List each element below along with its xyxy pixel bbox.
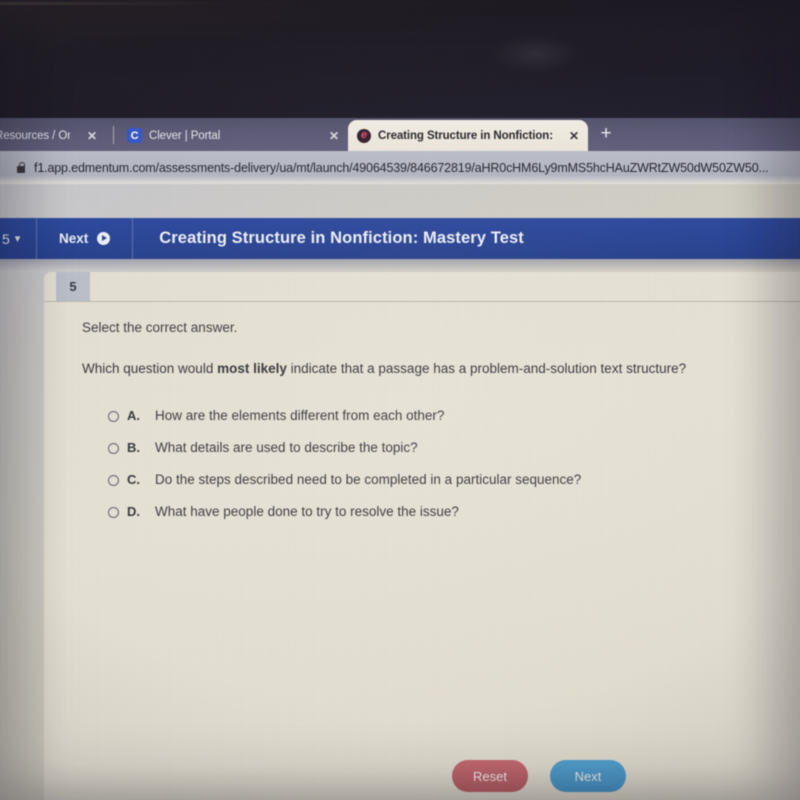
answer-option-b[interactable]: B. What details are used to describe the… xyxy=(108,440,581,472)
bezel-edge-highlight xyxy=(0,2,230,5)
browser-tab-title: Resources / Onlin xyxy=(0,129,70,142)
browser-tab-title: Clever | Portal xyxy=(149,129,221,142)
tab-separator xyxy=(113,126,114,144)
browser-tab-clever[interactable]: C Clever | Portal ✕ xyxy=(118,120,348,151)
question-card: 5 Select the correct answer. Which quest… xyxy=(44,272,800,800)
clever-icon: C xyxy=(127,128,142,143)
card-divider xyxy=(44,301,800,302)
question-navigator-label: 5 xyxy=(2,230,10,247)
option-text: How are the elements different from each… xyxy=(155,408,445,423)
address-bar-shadow xyxy=(0,175,800,184)
prompt-emphasis: most likely xyxy=(217,361,287,376)
radio-button[interactable] xyxy=(108,475,119,486)
circle-arrow-right-icon xyxy=(97,232,111,245)
new-tab-button[interactable]: + xyxy=(596,124,616,144)
option-letter: B. xyxy=(127,440,140,455)
radio-button[interactable] xyxy=(108,507,119,518)
action-button-row: Reset Next xyxy=(452,760,626,792)
prompt-part-1: Which question would xyxy=(82,361,218,376)
close-icon[interactable]: ✕ xyxy=(81,129,97,143)
question-prompt: Which question would most likely indicat… xyxy=(82,361,686,376)
option-letter: A. xyxy=(127,408,140,423)
url-text: f1.app.edmentum.com/assessments-delivery… xyxy=(34,160,769,175)
assessment-toolbar: 5 ▾ Next Creating Structure in Nonfictio… xyxy=(0,218,800,259)
chevron-down-icon: ▾ xyxy=(14,233,21,245)
close-icon[interactable]: ✕ xyxy=(563,129,579,143)
browser-tab-active-assessment[interactable]: e Creating Structure in Nonfiction: ✕ xyxy=(348,120,588,151)
answer-option-d[interactable]: D. What have people done to try to resol… xyxy=(108,504,581,536)
screen-bezel-top xyxy=(0,0,800,118)
toolbar-shadow xyxy=(0,259,800,271)
radio-button[interactable] xyxy=(108,443,119,454)
answer-options-list: A. How are the elements different from e… xyxy=(108,408,581,536)
edmentum-icon: e xyxy=(357,128,371,143)
reset-button[interactable]: Reset xyxy=(452,760,528,792)
browser-tab-strip: Resources / Onlin ✕ C Clever | Portal ✕ … xyxy=(0,118,800,151)
option-letter: D. xyxy=(127,504,140,519)
question-navigator-dropdown[interactable]: 5 ▾ xyxy=(0,231,36,247)
close-icon[interactable]: ✕ xyxy=(323,129,339,143)
answer-option-a[interactable]: A. How are the elements different from e… xyxy=(108,408,581,440)
answer-option-c[interactable]: C. Do the steps described need to be com… xyxy=(108,472,581,504)
photographed-screen: Resources / Onlin ✕ C Clever | Portal ✕ … xyxy=(0,0,800,800)
toolbar-next-button[interactable]: Next xyxy=(37,231,132,246)
page-title: Creating Structure in Nonfiction: Master… xyxy=(159,229,524,247)
browser-tab-title: Creating Structure in Nonfiction: xyxy=(378,129,553,142)
option-text: What details are used to describe the to… xyxy=(155,440,418,455)
option-letter: C. xyxy=(127,472,140,487)
prompt-part-2: indicate that a passage has a problem-an… xyxy=(286,361,687,376)
radio-button[interactable] xyxy=(108,411,119,422)
option-text: Do the steps described need to be comple… xyxy=(155,472,582,487)
lock-icon xyxy=(17,162,26,173)
web-page: 5 ▾ Next Creating Structure in Nonfictio… xyxy=(0,184,800,800)
screen-glare xyxy=(490,34,580,74)
option-text: What have people done to try to resolve … xyxy=(155,504,459,519)
toolbar-next-label: Next xyxy=(59,231,89,246)
instruction-text: Select the correct answer. xyxy=(82,320,238,335)
browser-tab-resources[interactable]: Resources / Onlin ✕ xyxy=(0,120,106,151)
next-button[interactable]: Next xyxy=(550,760,626,792)
question-number-badge: 5 xyxy=(56,272,90,301)
